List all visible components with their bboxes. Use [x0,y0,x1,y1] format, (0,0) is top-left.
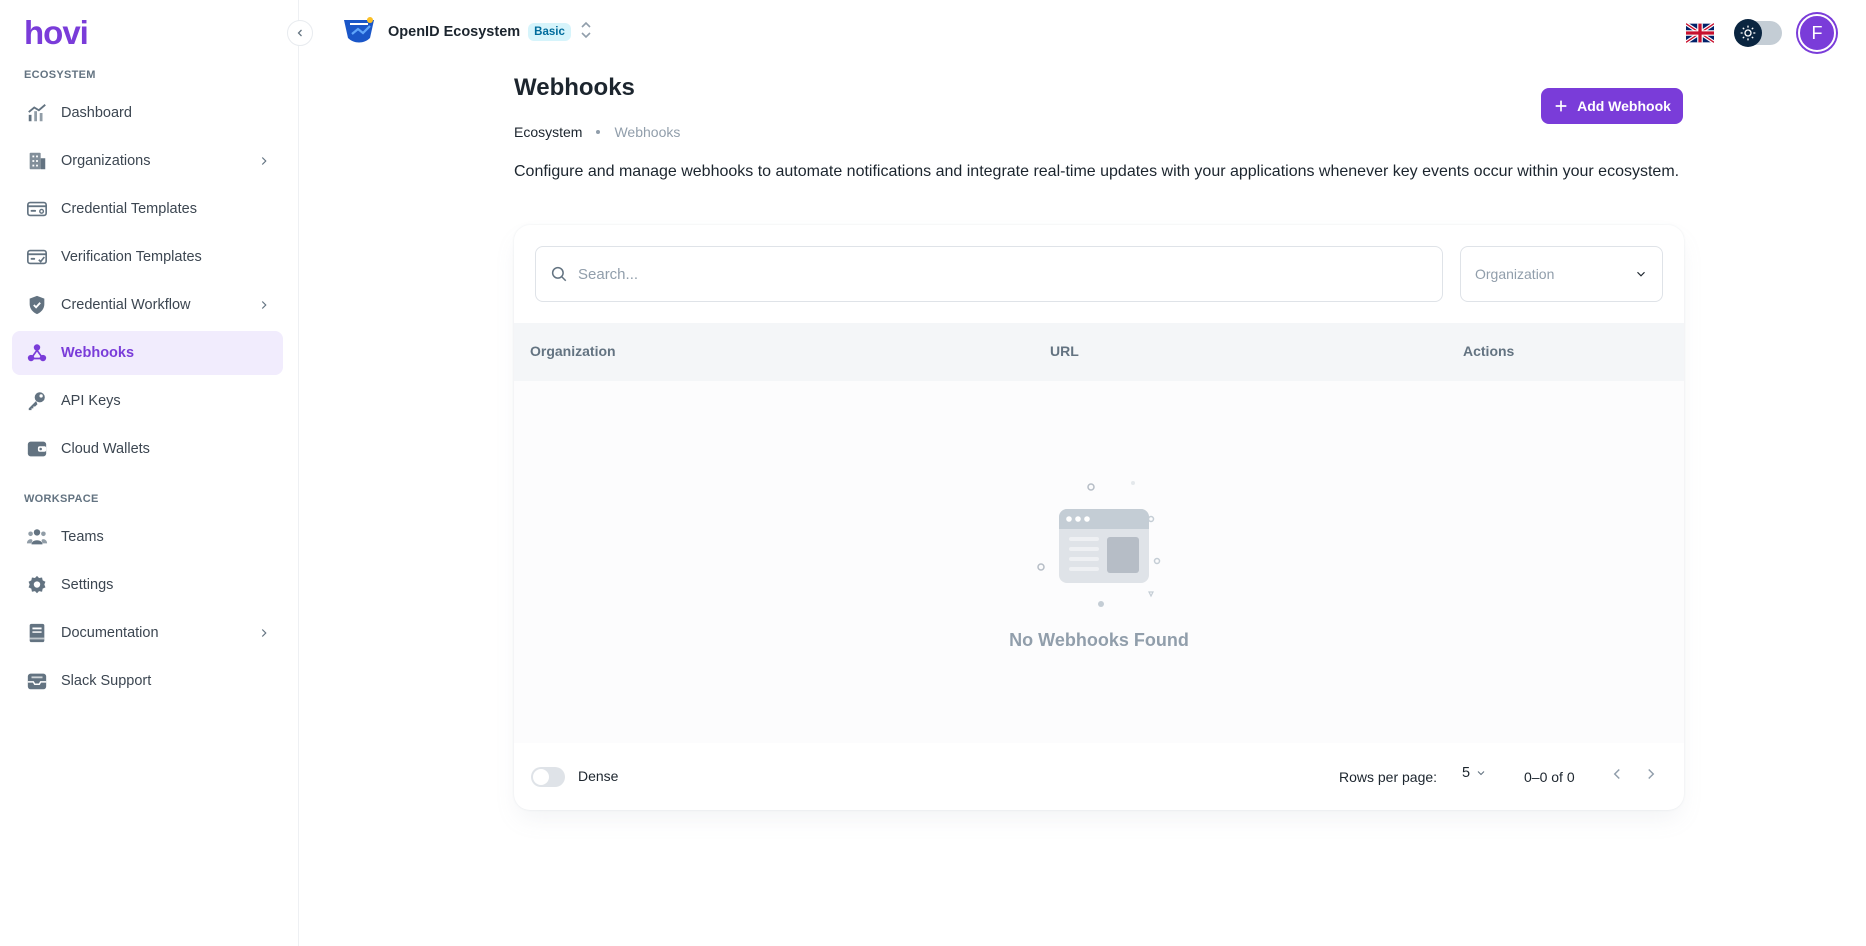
topbar-actions: F [1684,14,1836,52]
avatar[interactable]: F [1798,14,1836,52]
breadcrumb: Ecosystem Webhooks [514,124,680,140]
empty-state: No Webhooks Found [514,381,1684,743]
chevron-down-icon [1637,271,1645,277]
previous-page-button[interactable] [1608,765,1626,788]
column-header-organization[interactable]: Organization [530,343,616,359]
uk-flag-icon[interactable] [1684,22,1716,44]
ecosystem-name: OpenID Ecosystem [388,24,521,40]
ecosystem-switcher[interactable]: OpenID Ecosystem Basic [340,14,593,50]
chart-icon [25,101,49,125]
logo[interactable]: hovi [24,14,89,52]
sidebar-item-credential-workflow[interactable]: Credential Workflow [12,283,283,327]
up-down-chevron-icon [579,21,593,44]
sidebar-item-slack-support[interactable]: Slack Support [12,659,283,703]
rows-per-page-select[interactable]: 5 [1462,765,1487,781]
sidebar-item-teams[interactable]: Teams [12,515,283,559]
sidebar-item-documentation[interactable]: Documentation [12,611,283,655]
sidebar-item-label: Documentation [61,625,159,641]
ecosystem-logo-icon [340,14,378,51]
key-icon [25,389,49,413]
sidebar-item-label: API Keys [61,393,121,409]
empty-state-message: No Webhooks Found [1009,630,1189,650]
plan-badge: Basic [528,23,571,41]
dense-label: Dense [578,768,619,784]
sidebar-item-label: Dashboard [61,105,132,121]
add-webhook-label: Add Webhook [1577,98,1671,114]
sidebar-item-label: Settings [61,577,114,593]
sidebar-item-organizations[interactable]: Organizations [12,139,283,183]
verify-card-icon [25,245,49,269]
section-label-workspace: WORKSPACE [24,493,99,505]
wallet-icon [25,437,49,461]
book-icon [25,621,49,645]
dense-toggle[interactable] [531,767,565,787]
chevron-right-icon [257,626,271,645]
breadcrumb-ecosystem[interactable]: Ecosystem [514,124,582,140]
section-label-ecosystem: ECOSYSTEM [24,69,96,81]
shield-icon [25,293,49,317]
organization-filter-label: Organization [1475,266,1555,282]
sidebar-item-settings[interactable]: Settings [12,563,283,607]
sun-icon [1734,19,1762,47]
sidebar-item-label: Slack Support [61,673,152,689]
sidebar-item-dashboard[interactable]: Dashboard [12,91,283,135]
gear-icon [25,573,49,597]
sidebar-item-label: Organizations [61,153,151,169]
sidebar: hovi ECOSYSTEM Dashboard Organizations C… [0,0,299,946]
organization-filter-select[interactable]: Organization [1460,246,1663,302]
chevron-right-icon [257,298,271,317]
people-icon [25,525,49,549]
rows-per-page-value: 5 [1462,765,1471,781]
sidebar-item-label: Cloud Wallets [61,441,150,457]
app-root: hovi ECOSYSTEM Dashboard Organizations C… [0,0,1866,946]
search-placeholder: Search... [578,265,639,283]
sidebar-item-cloud-wallets[interactable]: Cloud Wallets [12,427,283,471]
breadcrumb-separator [596,130,601,134]
card-icon [25,197,49,221]
search-icon [551,266,567,282]
chevron-left-icon [1613,768,1620,780]
add-webhook-button[interactable]: Add Webhook [1541,88,1683,124]
sidebar-item-label: Credential Workflow [61,297,191,313]
inbox-icon [25,669,49,693]
table-header: Organization URL Actions [514,323,1684,381]
theme-toggle[interactable] [1734,19,1782,47]
pagination-range: 0–0 of 0 [1524,769,1575,785]
toggle-knob [533,769,549,785]
sidebar-item-api-keys[interactable]: API Keys [12,379,283,423]
webhooks-card: Search... Organization Organization URL … [514,225,1684,810]
sidebar-item-label: Credential Templates [61,201,197,217]
page-title: Webhooks [514,74,635,101]
chevron-left-icon [297,29,302,37]
collapse-sidebar-button[interactable] [287,20,313,46]
column-header-actions: Actions [1463,343,1515,359]
sidebar-item-label: Verification Templates [61,249,202,265]
chevron-right-icon [1648,768,1655,780]
building-icon [25,149,49,173]
next-page-button[interactable] [1642,765,1660,788]
webhook-icon [25,341,49,365]
sidebar-item-label: Webhooks [61,345,135,361]
sidebar-item-webhooks[interactable]: Webhooks [12,331,283,375]
plus-icon [1555,100,1567,112]
search-input[interactable]: Search... [535,246,1443,302]
rows-per-page-label: Rows per page: [1339,769,1438,785]
page-description: Configure and manage webhooks to automat… [514,163,1680,180]
sidebar-item-verification-templates[interactable]: Verification Templates [12,235,283,279]
chevron-right-icon [257,154,271,173]
chevron-down-icon [1477,771,1485,776]
empty-browser-icon [1029,479,1169,614]
breadcrumb-current: Webhooks [614,124,681,140]
sidebar-item-credential-templates[interactable]: Credential Templates [12,187,283,231]
sidebar-item-label: Teams [61,529,104,545]
column-header-url[interactable]: URL [1050,343,1079,359]
table-footer: Dense Rows per page: 5 0–0 of 0 [514,743,1684,810]
